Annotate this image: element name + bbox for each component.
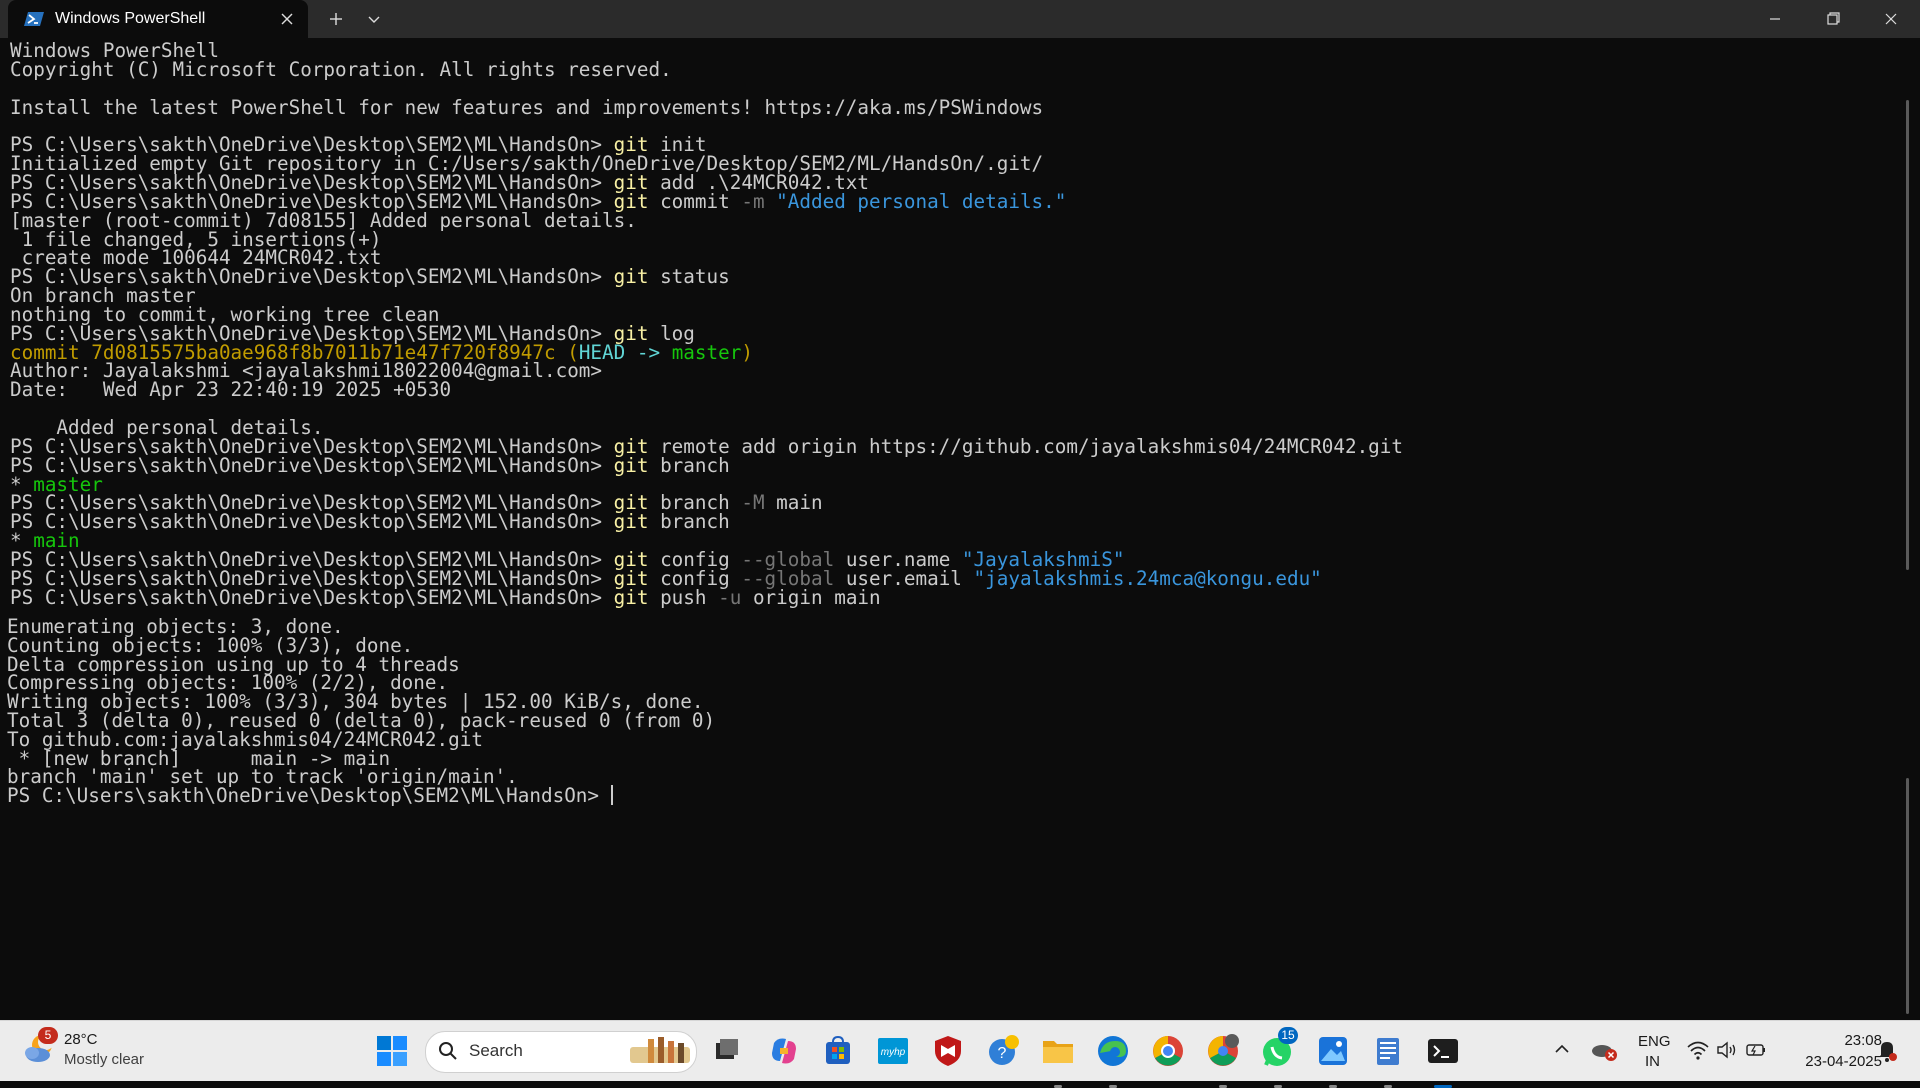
chrome-button[interactable] bbox=[1150, 1033, 1186, 1069]
text-cursor bbox=[610, 785, 613, 806]
taskbar: 5 28°C Mostly clear Search myhp ? 15 ENG… bbox=[0, 1020, 1920, 1088]
terminal-line: Copyright (C) Microsoft Corporation. All… bbox=[10, 57, 672, 81]
weather-description: Mostly clear bbox=[64, 1051, 145, 1068]
mcafee-button[interactable] bbox=[930, 1033, 966, 1069]
get-help-button[interactable]: ? bbox=[985, 1033, 1021, 1069]
terminal-icon bbox=[1428, 1039, 1458, 1063]
close-icon[interactable] bbox=[1862, 0, 1920, 38]
terminal-line: PS C:\Users\sakth\OneDrive\Desktop\SEM2\… bbox=[10, 510, 730, 534]
terminal-line: PS C:\Users\sakth\OneDrive\Desktop\SEM2\… bbox=[7, 784, 613, 808]
terminal-line: Date: Wed Apr 23 22:40:19 2025 +0530 bbox=[10, 378, 452, 402]
task-view-icon bbox=[716, 1039, 738, 1059]
chevron-down-icon[interactable] bbox=[362, 6, 386, 32]
chrome-icon bbox=[1153, 1036, 1183, 1066]
show-hidden-icons-icon[interactable] bbox=[1552, 1039, 1572, 1059]
copilot-button[interactable] bbox=[766, 1033, 802, 1069]
title-bar: Windows PowerShell bbox=[0, 0, 1920, 38]
tab-title: Windows PowerShell bbox=[55, 10, 206, 27]
weather-widget[interactable]: 5 bbox=[22, 1027, 58, 1067]
powershell-icon bbox=[24, 12, 44, 26]
folder-icon bbox=[1043, 1041, 1073, 1063]
mcafee-icon bbox=[935, 1036, 961, 1066]
notepad-icon bbox=[1377, 1038, 1399, 1065]
tab-windows-powershell[interactable]: Windows PowerShell bbox=[8, 0, 308, 38]
whatsapp-button[interactable]: 15 bbox=[1260, 1027, 1298, 1088]
svg-text:myhp: myhp bbox=[881, 1047, 906, 1058]
photos-button[interactable] bbox=[1315, 1033, 1351, 1088]
weather-temperature: 28°C bbox=[64, 1031, 98, 1048]
language-indicator[interactable]: ENG bbox=[1638, 1033, 1671, 1050]
vertical-scrollbar[interactable] bbox=[1906, 100, 1909, 570]
weather-badge: 5 bbox=[38, 1027, 58, 1044]
myhp-icon: myhp bbox=[878, 1038, 908, 1064]
clock-time[interactable]: 23:08 bbox=[1830, 1032, 1882, 1049]
file-explorer-button[interactable] bbox=[1040, 1033, 1076, 1088]
terminal-line: PS C:\Users\sakth\OneDrive\Desktop\SEM2\… bbox=[10, 453, 730, 477]
windows-start-icon[interactable] bbox=[376, 1035, 408, 1067]
help-icon: ? bbox=[989, 1035, 1019, 1065]
edge-button[interactable] bbox=[1095, 1033, 1131, 1088]
myhp-button[interactable]: myhp bbox=[875, 1033, 911, 1069]
task-view-button[interactable] bbox=[710, 1033, 746, 1069]
wifi-icon[interactable] bbox=[1686, 1039, 1710, 1061]
search-highlight-art-icon bbox=[630, 1037, 690, 1063]
clock-date[interactable]: 23-04-2025 bbox=[1786, 1053, 1882, 1070]
battery-icon[interactable] bbox=[1744, 1039, 1768, 1061]
search-icon bbox=[439, 1042, 457, 1060]
new-tab-icon[interactable] bbox=[322, 6, 350, 32]
close-tab-icon[interactable] bbox=[276, 8, 298, 30]
volume-icon[interactable] bbox=[1715, 1039, 1739, 1061]
restore-icon[interactable] bbox=[1804, 0, 1862, 38]
store-button[interactable] bbox=[820, 1033, 856, 1069]
store-icon bbox=[826, 1035, 850, 1064]
terminal-line: Install the latest PowerShell for new fe… bbox=[10, 95, 1044, 119]
vertical-scrollbar-thumb[interactable] bbox=[1906, 778, 1909, 1014]
keyboard-layout-indicator[interactable]: IN bbox=[1645, 1053, 1660, 1070]
photos-icon bbox=[1319, 1037, 1347, 1065]
minimize-icon[interactable] bbox=[1746, 0, 1804, 38]
chrome-profile-icon bbox=[1208, 1034, 1239, 1066]
edge-icon bbox=[1098, 1036, 1128, 1066]
chrome-profile-button[interactable] bbox=[1205, 1033, 1241, 1088]
whatsapp-badge: 15 bbox=[1278, 1027, 1298, 1044]
terminal-output[interactable]: Windows PowerShell Copyright (C) Microsof… bbox=[0, 38, 1910, 1044]
notification-bell-icon[interactable] bbox=[1876, 1037, 1898, 1065]
onedrive-error-icon[interactable] bbox=[1590, 1037, 1618, 1063]
svg-text:?: ? bbox=[998, 1045, 1007, 1062]
terminal-line: PS C:\Users\sakth\OneDrive\Desktop\SEM2\… bbox=[10, 585, 881, 609]
notepad-button[interactable] bbox=[1370, 1033, 1406, 1088]
terminal-button[interactable] bbox=[1425, 1033, 1461, 1088]
copilot-icon bbox=[772, 1038, 796, 1064]
search-label: Search bbox=[469, 1041, 523, 1060]
